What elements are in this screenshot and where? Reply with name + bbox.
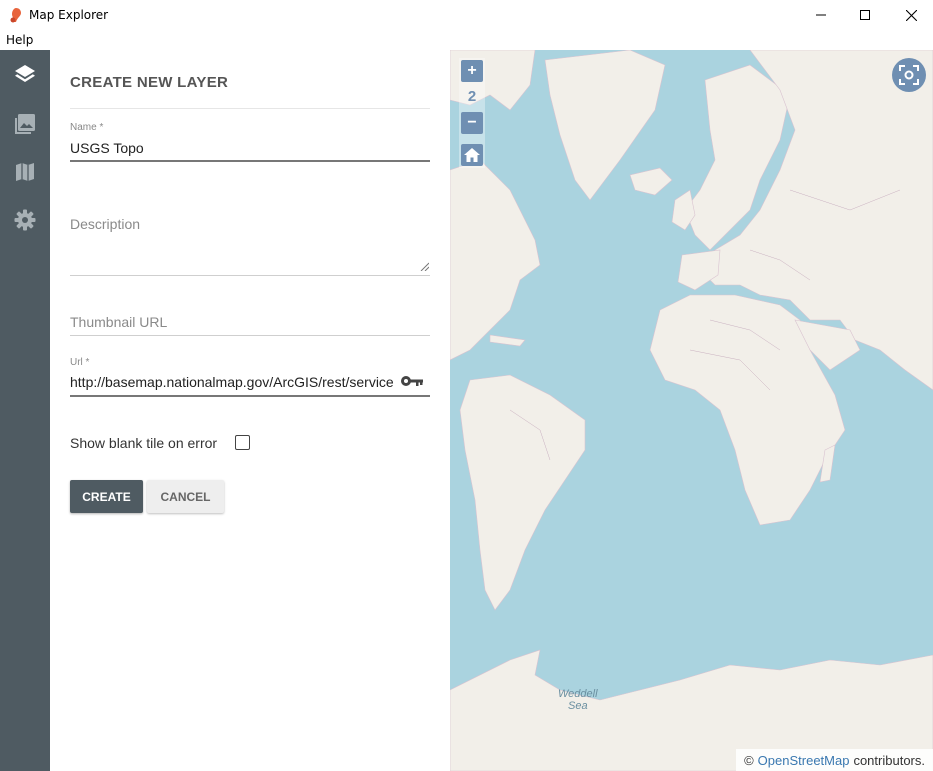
zoom-out-button[interactable]: −	[461, 112, 483, 134]
url-field[interactable]: Url * http://basemap.nationalmap.gov/Arc…	[70, 355, 430, 399]
thumbnail-url-field[interactable]: Thumbnail URL	[70, 314, 430, 338]
home-button[interactable]	[461, 144, 483, 166]
maximize-button[interactable]	[842, 0, 888, 30]
attribution-suffix: contributors.	[853, 752, 925, 768]
sidebar-item-maps[interactable]	[0, 149, 50, 195]
openstreetmap-link[interactable]: OpenStreetMap	[758, 753, 850, 768]
close-button[interactable]	[888, 0, 933, 30]
thumbnail-underline	[70, 335, 430, 336]
url-input[interactable]: http://basemap.nationalmap.gov/ArcGIS/re…	[70, 374, 394, 390]
blank-tile-label: Show blank tile on error	[70, 435, 218, 451]
resize-grip-icon[interactable]	[420, 262, 429, 271]
layers-icon	[15, 65, 35, 82]
panel-title: CREATE NEW LAYER	[70, 74, 229, 91]
description-underline	[70, 275, 430, 276]
description-input[interactable]: Description	[70, 216, 140, 232]
minimize-button[interactable]	[798, 0, 844, 30]
sidebar-item-images[interactable]	[0, 101, 50, 147]
sidebar	[0, 50, 50, 771]
title-divider	[70, 108, 430, 109]
attribution-prefix: ©	[744, 752, 754, 768]
menu-help[interactable]: Help	[6, 33, 33, 47]
zoom-control: + 2 −	[459, 58, 485, 168]
maximize-icon	[860, 10, 870, 20]
name-label: Name *	[70, 122, 104, 133]
minimize-icon	[816, 14, 826, 16]
blank-tile-checkbox[interactable]	[235, 435, 250, 450]
zoom-in-button[interactable]: +	[461, 60, 483, 82]
key-icon[interactable]	[400, 374, 424, 388]
image-icon	[15, 114, 35, 134]
description-field[interactable]: Description	[70, 215, 430, 277]
home-icon	[464, 148, 480, 162]
create-button[interactable]: CREATE	[70, 480, 143, 513]
close-icon	[905, 9, 917, 21]
menu-bar: Help	[0, 30, 933, 50]
url-label: Url *	[70, 357, 90, 368]
world-map[interactable]	[450, 50, 933, 771]
name-underline	[70, 160, 430, 162]
window-title: Map Explorer	[29, 8, 109, 22]
title-bar: Map Explorer	[0, 0, 933, 30]
fullscreen-button[interactable]	[892, 58, 926, 92]
create-layer-panel: CREATE NEW LAYER Name * USGS Topo Descri…	[50, 50, 450, 771]
name-input[interactable]: USGS Topo	[70, 140, 144, 156]
sidebar-item-layers[interactable]	[0, 52, 50, 98]
app-logo-icon	[10, 8, 21, 23]
zoom-level-readout: 2	[467, 88, 477, 105]
name-field[interactable]: Name * USGS Topo	[70, 120, 430, 162]
map-attribution: © OpenStreetMap contributors.	[736, 749, 933, 771]
blank-tile-option: Show blank tile on error	[70, 432, 430, 454]
cancel-button[interactable]: CANCEL	[147, 480, 224, 513]
map-icon	[16, 163, 34, 181]
map-view[interactable]: + 2 − Weddell Sea © OpenStreetMap contri…	[450, 50, 933, 771]
fullscreen-icon	[899, 65, 919, 85]
sidebar-item-settings[interactable]	[0, 197, 50, 243]
map-label-weddell-sea: Weddell Sea	[558, 688, 598, 712]
gear-icon	[14, 209, 36, 231]
thumbnail-url-input[interactable]: Thumbnail URL	[70, 314, 167, 330]
url-underline	[70, 395, 430, 397]
